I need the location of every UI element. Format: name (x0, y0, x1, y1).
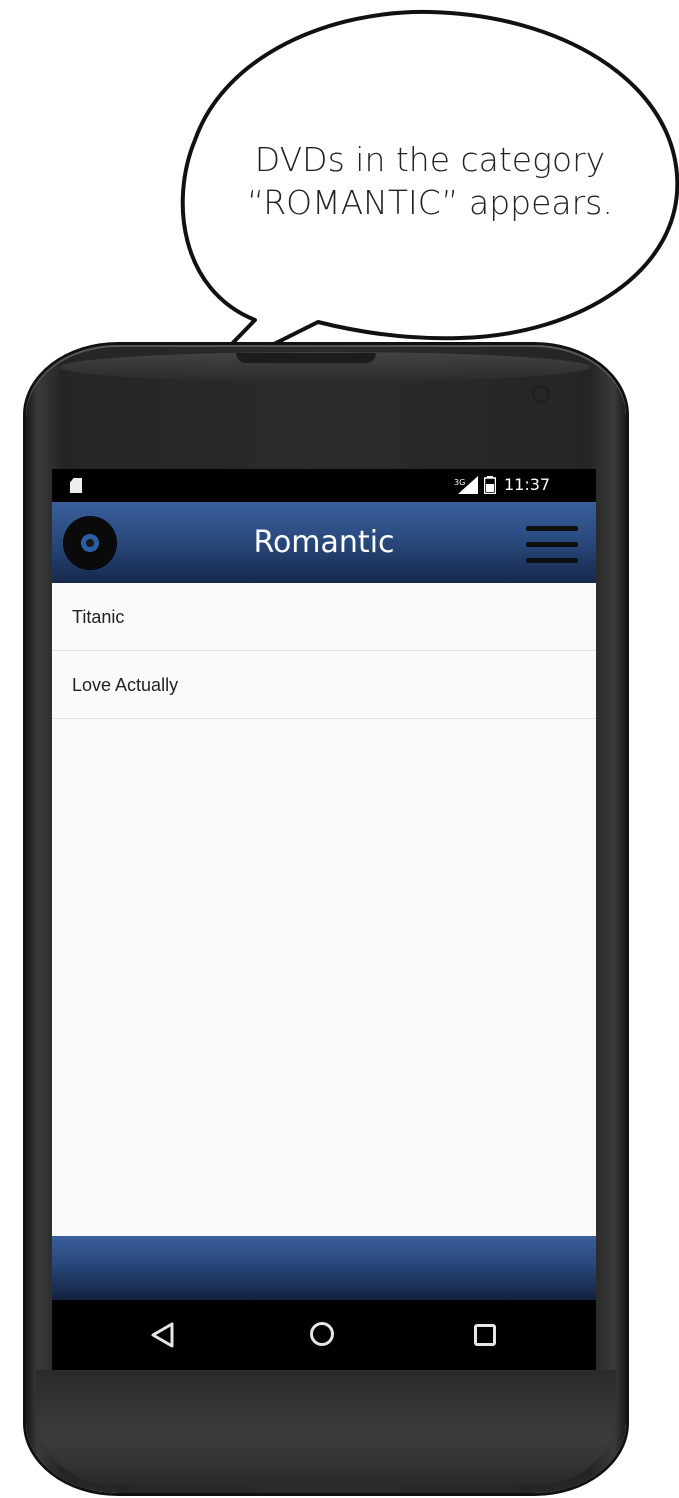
menu-line (526, 542, 578, 547)
hamburger-menu-icon[interactable] (526, 526, 578, 564)
app-bar: Romantic (52, 502, 596, 583)
front-camera (532, 385, 550, 403)
callout-line-1: DVDs in the category (254, 140, 606, 179)
page-title: Romantic (253, 525, 395, 560)
menu-line (526, 526, 578, 531)
phone-speaker (236, 353, 376, 363)
phone-screen: 3G 11:37 Romantic Titanic Love Actually (52, 469, 596, 1370)
home-icon[interactable] (310, 1322, 334, 1346)
callout-text: DVDs in the category “ROMANTIC” appears. (200, 138, 660, 224)
battery-icon (484, 476, 496, 494)
list-item-titanic[interactable]: Titanic (52, 583, 596, 651)
disc-icon[interactable] (64, 517, 116, 569)
sd-card-icon (70, 478, 82, 493)
list-item-love-actually[interactable]: Love Actually (52, 651, 596, 719)
signal-icon: 3G (454, 476, 478, 494)
navigation-bar (52, 1300, 596, 1370)
footer-bar (52, 1236, 596, 1300)
status-bar: 3G 11:37 (52, 469, 596, 502)
recent-apps-icon[interactable] (474, 1324, 496, 1346)
phone-chin (36, 1370, 616, 1485)
menu-line (526, 558, 578, 563)
callout-line-2: “ROMANTIC” appears. (247, 183, 613, 222)
status-time: 11:37 (504, 475, 551, 494)
svg-text:3G: 3G (454, 478, 465, 487)
back-icon[interactable] (150, 1321, 176, 1349)
dvd-list: Titanic Love Actually (52, 583, 596, 719)
